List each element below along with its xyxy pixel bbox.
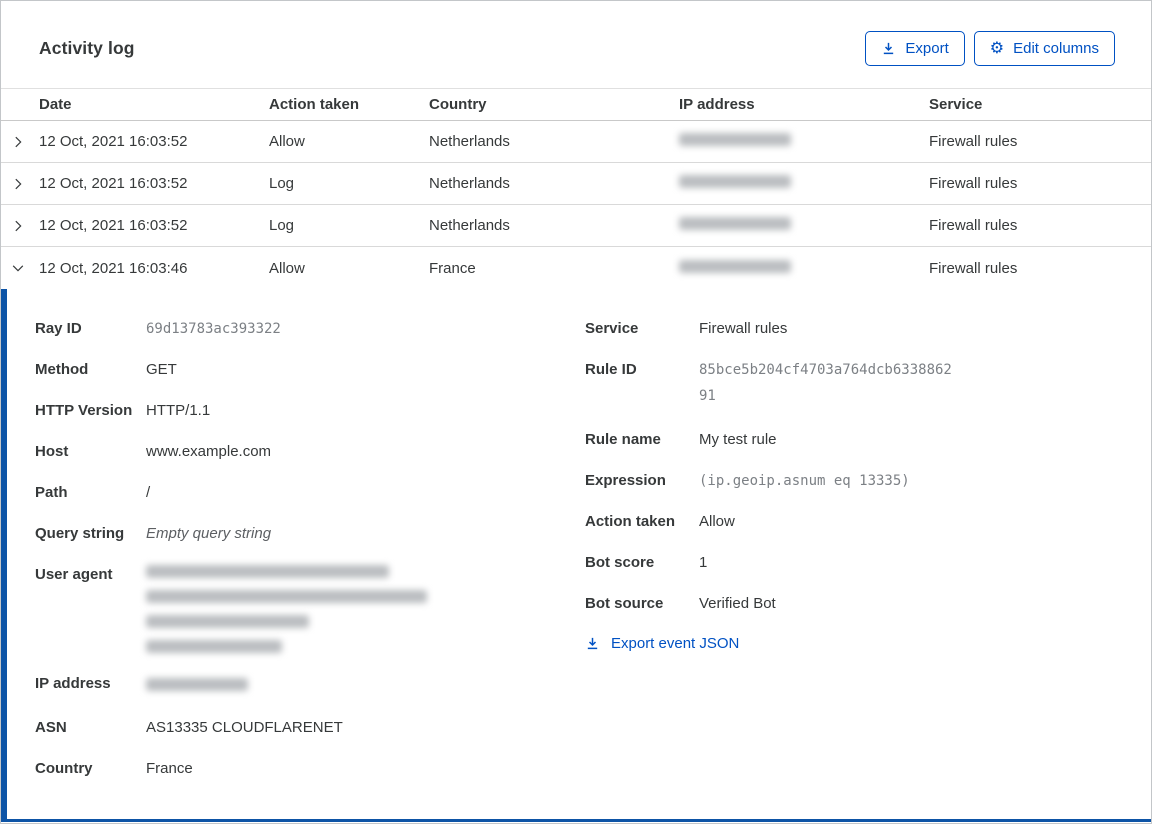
- redacted-line: [146, 565, 389, 578]
- redacted-ip: [679, 259, 791, 273]
- field-ray-id: Ray ID 69d13783ac393322: [35, 319, 585, 339]
- field-value: 85bce5b204cf4703a764dcb633886291: [699, 362, 952, 404]
- field-value: 69d13783ac393322: [146, 321, 281, 337]
- activity-log-page: Activity log Export ⚙ Edit columns Date …: [0, 0, 1152, 824]
- detail-right-column: Service Firewall rules Rule ID 85bce5b20…: [585, 319, 1121, 819]
- cell-date: 12 Oct, 2021 16:03:52: [39, 217, 188, 234]
- table-row-expanded[interactable]: 12 Oct, 2021 16:03:46 Allow France Firew…: [1, 247, 1151, 289]
- cell-service: Firewall rules: [929, 175, 1018, 192]
- download-icon: [881, 41, 896, 56]
- gear-icon: ⚙: [989, 38, 1005, 57]
- column-header-action-taken: Action taken: [269, 96, 360, 113]
- field-bot-score: Bot score 1: [585, 553, 1121, 573]
- field-value: GET: [146, 361, 177, 378]
- field-value: Verified Bot: [699, 595, 776, 612]
- field-method: Method GET: [35, 360, 585, 380]
- table-header-row: Date Action taken Country IP address Ser…: [1, 88, 1151, 121]
- field-action-taken: Action taken Allow: [585, 512, 1121, 532]
- cell-action-taken: Log: [269, 217, 295, 234]
- cell-country: France: [429, 259, 476, 277]
- redacted-line: [146, 640, 282, 653]
- field-value: 1: [699, 554, 708, 571]
- redacted-ip: [679, 217, 791, 230]
- export-event-json-label: Export event JSON: [611, 635, 740, 652]
- export-button[interactable]: Export: [865, 30, 965, 66]
- cell-date: 12 Oct, 2021 16:03:46: [39, 259, 188, 277]
- redacted-ip: [679, 133, 791, 146]
- field-http-version: HTTP Version HTTP/1.1: [35, 401, 585, 421]
- field-path: Path /: [35, 483, 585, 503]
- table-row[interactable]: 12 Oct, 2021 16:03:52 Log Netherlands Fi…: [1, 163, 1151, 205]
- cell-country: Netherlands: [429, 133, 510, 150]
- field-value: My test rule: [699, 431, 777, 448]
- redacted-line: [146, 615, 309, 628]
- field-value: /: [146, 484, 151, 501]
- chevron-right-icon: [1, 219, 39, 233]
- field-value: (ip.geoip.asnum eq 13335): [699, 473, 910, 489]
- edit-columns-button-label: Edit columns: [1013, 39, 1099, 57]
- cell-service: Firewall rules: [929, 133, 1018, 150]
- field-value: France: [146, 760, 193, 777]
- table-row[interactable]: 12 Oct, 2021 16:03:52 Log Netherlands Fi…: [1, 205, 1151, 247]
- column-header-service: Service: [929, 96, 983, 113]
- field-query-string: Query string Empty query string: [35, 524, 585, 544]
- field-asn: ASN AS13335 CLOUDFLARENET: [35, 718, 585, 738]
- chevron-right-icon: [1, 177, 39, 191]
- toolbar-actions: Export ⚙ Edit columns: [865, 30, 1115, 66]
- field-rule-id: Rule ID 85bce5b204cf4703a764dcb633886291: [585, 360, 1121, 409]
- field-value: Firewall rules: [699, 320, 788, 337]
- cell-action-taken: Log: [269, 175, 295, 192]
- field-value: Allow: [699, 513, 735, 530]
- column-header-country: Country: [429, 96, 487, 113]
- activity-table: Date Action taken Country IP address Ser…: [1, 88, 1151, 289]
- field-bot-source: Bot source Verified Bot: [585, 594, 1121, 614]
- redacted-ip: [146, 678, 248, 691]
- field-rule-name: Rule name My test rule: [585, 430, 1121, 450]
- cell-service: Firewall rules: [929, 259, 1018, 277]
- cell-date: 12 Oct, 2021 16:03:52: [39, 133, 188, 150]
- cell-ip-address: [679, 259, 929, 277]
- redacted-ip: [679, 175, 791, 188]
- field-country: Country France: [35, 759, 585, 779]
- redacted-user-agent: [146, 565, 585, 653]
- field-expression: Expression (ip.geoip.asnum eq 13335): [585, 471, 1121, 491]
- export-button-label: Export: [905, 39, 949, 57]
- field-value: HTTP/1.1: [146, 402, 211, 419]
- cell-ip-address: [679, 133, 929, 150]
- field-value: www.example.com: [146, 443, 272, 460]
- cell-service: Firewall rules: [929, 217, 1018, 234]
- cell-country: Netherlands: [429, 217, 510, 234]
- cell-date: 12 Oct, 2021 16:03:52: [39, 175, 188, 192]
- field-user-agent: User agent: [35, 565, 585, 653]
- field-host: Host www.example.com: [35, 442, 585, 462]
- cell-ip-address: [679, 175, 929, 192]
- table-row[interactable]: 12 Oct, 2021 16:03:52 Allow Netherlands …: [1, 121, 1151, 163]
- field-value: AS13335 CLOUDFLARENET: [146, 719, 343, 736]
- chevron-right-icon: [1, 135, 39, 149]
- redacted-line: [146, 590, 427, 603]
- field-service: Service Firewall rules: [585, 319, 1121, 339]
- cell-ip-address: [679, 217, 929, 234]
- download-icon: [585, 636, 600, 651]
- column-header-ip-address: IP address: [679, 96, 755, 113]
- detail-left-column: Ray ID 69d13783ac393322 Method GET HTTP …: [35, 319, 585, 819]
- field-value: Empty query string: [146, 525, 272, 542]
- topbar: Activity log Export ⚙ Edit columns: [1, 1, 1151, 67]
- field-ip-address: IP address: [35, 674, 585, 697]
- chevron-down-icon: [1, 261, 39, 275]
- event-detail-panel: Ray ID 69d13783ac393322 Method GET HTTP …: [1, 289, 1151, 822]
- edit-columns-button[interactable]: ⚙ Edit columns: [973, 30, 1115, 66]
- cell-action-taken: Allow: [269, 259, 305, 277]
- page-title: Activity log: [39, 37, 135, 58]
- cell-country: Netherlands: [429, 175, 510, 192]
- column-header-date: Date: [39, 96, 72, 113]
- cell-action-taken: Allow: [269, 133, 305, 150]
- export-event-json-link[interactable]: Export event JSON: [585, 635, 739, 652]
